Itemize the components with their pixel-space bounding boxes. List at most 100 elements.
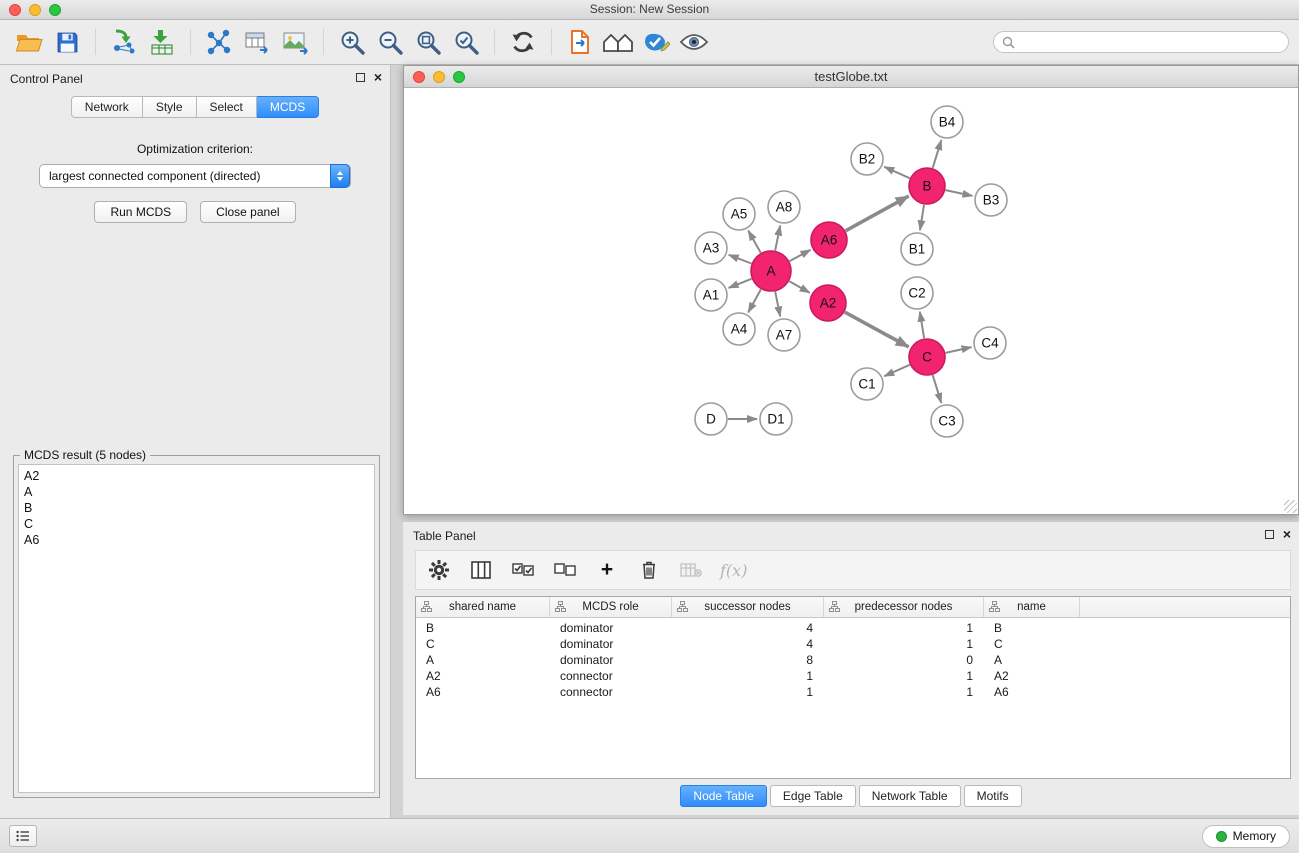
edge-B-B1[interactable] xyxy=(920,205,924,230)
column-header-predecessor-nodes[interactable]: predecessor nodes xyxy=(824,597,984,617)
toolbar-search[interactable] xyxy=(993,31,1289,53)
network-node-A7[interactable]: A7 xyxy=(768,319,800,351)
tab-node-table[interactable]: Node Table xyxy=(680,785,767,807)
network-node-A8[interactable]: A8 xyxy=(768,191,800,223)
result-item[interactable]: B xyxy=(24,500,374,516)
network-node-C2[interactable]: C2 xyxy=(901,277,933,309)
tab-select[interactable]: Select xyxy=(197,96,257,118)
table-row[interactable]: A6connector11A6 xyxy=(416,684,1290,700)
tab-network[interactable]: Network xyxy=(71,96,143,118)
zoom-out-button[interactable] xyxy=(371,25,409,59)
minimize-window-button[interactable] xyxy=(29,4,41,16)
refresh-view-button[interactable] xyxy=(504,25,542,59)
table-settings-button[interactable] xyxy=(426,555,452,585)
export-image-button[interactable] xyxy=(276,25,314,59)
import-table-from-file-button[interactable] xyxy=(143,25,181,59)
edge-C-C3[interactable] xyxy=(933,375,942,403)
search-input[interactable] xyxy=(1020,35,1280,49)
import-network-from-file-button[interactable] xyxy=(105,25,143,59)
network-node-B1[interactable]: B1 xyxy=(901,233,933,265)
zoom-network-window-button[interactable] xyxy=(453,71,465,83)
run-mcds-button[interactable]: Run MCDS xyxy=(94,201,187,223)
network-node-A3[interactable]: A3 xyxy=(695,232,727,264)
mcds-result-list[interactable]: A2ABCA6 xyxy=(18,464,375,793)
edge-A6-B[interactable] xyxy=(846,196,909,231)
column-header-MCDS-role[interactable]: MCDS role xyxy=(550,597,672,617)
edge-A-A4[interactable] xyxy=(748,289,761,312)
edge-A-A5[interactable] xyxy=(748,231,760,253)
result-item[interactable]: A xyxy=(24,484,374,500)
network-node-A[interactable]: A xyxy=(751,251,791,291)
edge-A-A6[interactable] xyxy=(790,250,811,261)
edge-A-A3[interactable] xyxy=(729,255,752,264)
delete-column-button[interactable] xyxy=(636,555,662,585)
result-item[interactable]: A6 xyxy=(24,532,374,548)
column-header-successor-nodes[interactable]: successor nodes xyxy=(672,597,824,617)
float-table-panel-icon[interactable] xyxy=(1265,530,1274,539)
table-row[interactable]: Bdominator41B xyxy=(416,620,1290,636)
network-node-C3[interactable]: C3 xyxy=(931,405,963,437)
column-header-name[interactable]: name xyxy=(984,597,1080,617)
import-file-button[interactable] xyxy=(561,25,599,59)
result-item[interactable]: C xyxy=(24,516,374,532)
result-item[interactable]: A2 xyxy=(24,468,374,484)
add-column-button[interactable]: + xyxy=(594,555,620,585)
edge-B-B2[interactable] xyxy=(884,167,909,178)
zoom-fit-content-button[interactable] xyxy=(409,25,447,59)
fullscreen-window-button[interactable] xyxy=(49,4,61,16)
edge-B-B3[interactable] xyxy=(946,190,973,196)
tab-edge-table[interactable]: Edge Table xyxy=(770,785,856,807)
network-node-B3[interactable]: B3 xyxy=(975,184,1007,216)
edge-B-B4[interactable] xyxy=(933,140,942,168)
network-node-B2[interactable]: B2 xyxy=(851,143,883,175)
task-history-button[interactable] xyxy=(9,825,37,847)
new-network-button[interactable] xyxy=(200,25,238,59)
table-row[interactable]: Cdominator41C xyxy=(416,636,1290,652)
network-node-A2[interactable]: A2 xyxy=(810,285,846,321)
apply-style-button[interactable] xyxy=(637,25,675,59)
tab-motifs[interactable]: Motifs xyxy=(964,785,1022,807)
network-node-B[interactable]: B xyxy=(909,168,945,204)
tab-style[interactable]: Style xyxy=(143,96,197,118)
network-node-B4[interactable]: B4 xyxy=(931,106,963,138)
table-row[interactable]: A2connector11A2 xyxy=(416,668,1290,684)
show-columns-button[interactable] xyxy=(468,555,494,585)
close-network-window-button[interactable] xyxy=(413,71,425,83)
close-window-button[interactable] xyxy=(9,4,21,16)
network-node-A6[interactable]: A6 xyxy=(811,222,847,258)
edge-A2-C[interactable] xyxy=(845,312,909,347)
network-node-C4[interactable]: C4 xyxy=(974,327,1006,359)
edge-C-C4[interactable] xyxy=(946,347,972,353)
zoom-selected-button[interactable] xyxy=(447,25,485,59)
network-node-A5[interactable]: A5 xyxy=(723,198,755,230)
save-session-button[interactable] xyxy=(48,25,86,59)
edge-A-A1[interactable] xyxy=(729,279,752,288)
network-node-C1[interactable]: C1 xyxy=(851,368,883,400)
edge-A-A2[interactable] xyxy=(789,281,809,292)
tab-network-table[interactable]: Network Table xyxy=(859,785,961,807)
criterion-select[interactable]: largest connected component (directed) xyxy=(39,164,351,188)
network-node-D[interactable]: D xyxy=(695,403,727,435)
zoom-in-button[interactable] xyxy=(333,25,371,59)
edge-C-C1[interactable] xyxy=(884,365,909,376)
edge-A-A7[interactable] xyxy=(775,292,780,317)
deselect-all-button[interactable] xyxy=(552,555,578,585)
network-node-D1[interactable]: D1 xyxy=(760,403,792,435)
network-window-titlebar[interactable]: testGlobe.txt xyxy=(404,66,1298,88)
window-resize-grip[interactable] xyxy=(1284,500,1297,513)
show-hide-button[interactable] xyxy=(675,25,713,59)
close-panel-button[interactable]: Close panel xyxy=(200,201,295,223)
float-panel-icon[interactable] xyxy=(356,73,365,82)
minimize-network-window-button[interactable] xyxy=(433,71,445,83)
network-node-A1[interactable]: A1 xyxy=(695,279,727,311)
new-table-button[interactable] xyxy=(238,25,276,59)
network-node-C[interactable]: C xyxy=(909,339,945,375)
edge-C-C2[interactable] xyxy=(920,312,924,338)
memory-button[interactable]: Memory xyxy=(1202,825,1290,848)
close-panel-icon[interactable]: × xyxy=(374,72,382,82)
close-table-panel-icon[interactable]: × xyxy=(1283,529,1291,539)
edge-A-A8[interactable] xyxy=(775,226,780,251)
tab-mcds[interactable]: MCDS xyxy=(257,96,319,118)
column-header-shared-name[interactable]: shared name xyxy=(416,597,550,617)
table-row[interactable]: Adominator80A xyxy=(416,652,1290,668)
